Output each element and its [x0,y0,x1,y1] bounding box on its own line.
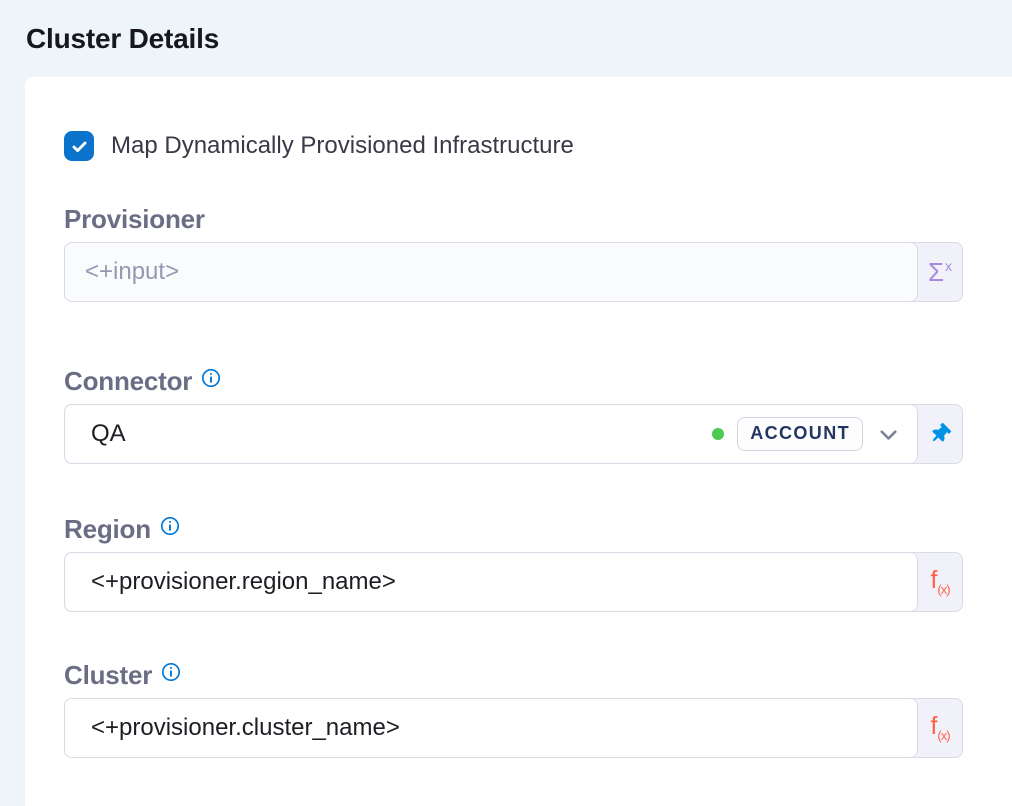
expression-fx-icon: f(x) [930,568,949,596]
map-dynamic-infra-label[interactable]: Map Dynamically Provisioned Infrastructu… [111,132,574,160]
region-expression-button[interactable]: f(x) [918,553,962,611]
connector-input[interactable] [91,420,712,448]
region-input-area[interactable] [64,552,918,612]
cluster-field-group: Cluster f(x) [64,660,963,758]
checkmark-icon [70,137,89,156]
provisioner-input-type-button[interactable]: Σx [918,243,962,301]
cluster-info-icon[interactable] [161,662,181,682]
map-dynamic-infra-checkbox[interactable] [64,131,94,161]
runtime-input-sigma-icon: Σx [928,259,952,285]
connector-input-area[interactable]: ACCOUNT [64,404,918,464]
provisioner-input-area [64,242,918,302]
region-input[interactable] [91,568,903,596]
cluster-field: f(x) [64,698,963,758]
cluster-label: Cluster [64,660,152,691]
region-info-icon[interactable] [160,516,180,536]
cluster-details-panel: Map Dynamically Provisioned Infrastructu… [25,77,1012,806]
provisioner-label: Provisioner [64,204,205,235]
connector-scope-badge: ACCOUNT [737,417,863,451]
connector-chevron-down-icon[interactable] [873,419,903,449]
map-dynamic-infra-checkbox-row[interactable]: Map Dynamically Provisioned Infrastructu… [64,131,963,161]
region-field: f(x) [64,552,963,612]
connector-info-icon[interactable] [201,368,221,388]
expression-fx-icon: f(x) [930,714,949,742]
connector-pin-button[interactable] [918,405,962,463]
provisioner-field-group: Provisioner Σx [64,204,963,302]
region-label: Region [64,514,151,545]
connector-label: Connector [64,366,192,397]
cluster-input[interactable] [91,714,903,742]
cluster-input-area[interactable] [64,698,918,758]
connector-status-dot [712,428,724,440]
provisioner-field: Σx [64,242,963,302]
cluster-expression-button[interactable]: f(x) [918,699,962,757]
connector-field: ACCOUNT [64,404,963,464]
thumbtack-icon [926,420,954,448]
page-title: Cluster Details [0,0,1012,54]
region-field-group: Region f(x) [64,514,963,612]
connector-field-group: Connector ACCOUNT [64,366,963,464]
provisioner-input[interactable] [85,258,903,286]
